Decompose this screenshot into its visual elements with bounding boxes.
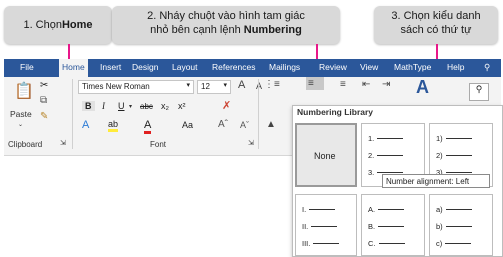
italic-button[interactable]: I: [102, 101, 105, 111]
list-marker: II.: [302, 222, 309, 231]
callout-step-1-bold: Home: [61, 19, 93, 31]
shrink-font-button[interactable]: A: [256, 81, 262, 91]
numbering-none-label: None: [314, 151, 336, 161]
paste-icon[interactable]: 📋: [14, 81, 34, 101]
change-case-button[interactable]: Aa: [182, 120, 193, 130]
decrease-indent-icon[interactable]: ⇤: [362, 79, 370, 90]
list-marker: I.: [302, 205, 307, 214]
dialog-launcher-icon[interactable]: ⇲: [60, 139, 66, 147]
bold-button[interactable]: B: [82, 101, 95, 111]
format-painter-icon[interactable]: ✎: [40, 111, 48, 122]
tab-view[interactable]: View: [360, 62, 378, 72]
shading-icon[interactable]: ▲: [266, 119, 276, 130]
tab-insert[interactable]: Insert: [100, 62, 121, 72]
numbering-icon[interactable]: ≡: [306, 77, 324, 90]
superscript-button[interactable]: x²: [178, 101, 186, 111]
list-marker: 1): [436, 134, 443, 143]
list-marker: A.: [368, 205, 376, 214]
numbering-none-option[interactable]: None: [295, 123, 357, 187]
font-size-value: 12: [201, 82, 210, 91]
tab-file[interactable]: File: [20, 62, 34, 72]
increase-indent-icon[interactable]: ⇥: [382, 79, 390, 90]
tab-design[interactable]: Design: [132, 62, 158, 72]
font-size-select[interactable]: 12 ▾: [197, 80, 231, 94]
strikethrough-button[interactable]: abc: [140, 102, 153, 111]
font-family-value: Times New Roman: [82, 82, 150, 91]
clear-formatting-icon[interactable]: ✗: [222, 99, 231, 112]
callout-step-1: 1. Chọn Home: [4, 6, 112, 44]
chevron-down-icon: ▾: [223, 82, 227, 89]
group-divider: [72, 79, 73, 149]
list-marker: 2): [436, 151, 443, 160]
chevron-down-icon[interactable]: ⌄: [18, 121, 23, 128]
numbering-option-upper-alpha[interactable]: A. B. C.: [361, 194, 425, 256]
numbering-library-title: Numbering Library: [297, 107, 374, 117]
grow-font-button[interactable]: A: [238, 79, 245, 91]
list-marker: a): [436, 205, 443, 214]
tab-references[interactable]: References: [212, 62, 255, 72]
paste-button[interactable]: Paste: [10, 109, 32, 119]
list-marker: 3.: [368, 168, 375, 177]
font-color-icon[interactable]: A: [144, 119, 152, 134]
multilevel-list-icon[interactable]: ≡: [340, 79, 346, 90]
bullets-icon[interactable]: ⋮≡: [264, 79, 280, 90]
copy-icon[interactable]: ⧉: [40, 95, 47, 106]
lightbulb-icon[interactable]: ⚲: [484, 62, 490, 73]
text-effects-icon[interactable]: A: [82, 119, 89, 131]
list-marker: 2.: [368, 151, 375, 160]
callout-step-2-line1: 2. Nháy chuột vào hình tam giác: [147, 10, 305, 22]
list-marker: III.: [302, 239, 311, 248]
grow-icon[interactable]: Aˆ: [218, 119, 228, 130]
callout-step-2: 2. Nháy chuột vào hình tam giác nhỏ bên …: [112, 6, 340, 44]
font-family-select[interactable]: Times New Roman ▾: [78, 80, 194, 94]
ribbon-tab-bar: File Home Insert Design Layout Reference…: [4, 59, 501, 77]
clipboard-group-label: Clipboard: [8, 140, 43, 149]
list-marker: B.: [368, 222, 376, 231]
callout-step-3-line1: 3. Chọn kiểu danh: [391, 10, 481, 22]
tab-mailings[interactable]: Mailings: [269, 62, 300, 72]
search-icon[interactable]: ⚲: [469, 83, 489, 101]
styles-icon[interactable]: A: [416, 77, 429, 98]
shrink-icon[interactable]: Aˇ: [240, 120, 249, 130]
tab-layout[interactable]: Layout: [172, 62, 198, 72]
callout-step-2-bold: Numbering: [243, 24, 302, 36]
callout-step-2-line2: nhỏ bên cạnh lệnh Numbering: [150, 24, 302, 36]
list-marker: 1.: [368, 134, 375, 143]
chevron-down-icon[interactable]: ▾: [129, 103, 132, 110]
list-marker: c): [436, 239, 443, 248]
group-divider: [258, 79, 259, 149]
tab-mathtype[interactable]: MathType: [394, 62, 431, 72]
subscript-button[interactable]: x₂: [161, 101, 169, 111]
list-marker: b): [436, 222, 443, 231]
callout-step-1-text: 1. Chọn: [23, 19, 62, 31]
dialog-launcher-icon[interactable]: ⇲: [248, 139, 254, 147]
tab-home[interactable]: Home: [59, 59, 88, 77]
font-group-label: Font: [150, 140, 167, 149]
chevron-down-icon: ▾: [186, 82, 190, 89]
number-alignment-tooltip: Number alignment: Left: [382, 174, 490, 188]
list-marker: C.: [368, 239, 376, 248]
numbering-option-lower-alpha[interactable]: a) b) c): [429, 194, 493, 256]
tab-help[interactable]: Help: [447, 62, 464, 72]
tab-review[interactable]: Review: [319, 62, 347, 72]
numbering-option-roman[interactable]: I. II. III.: [295, 194, 357, 256]
underline-button[interactable]: U: [118, 101, 125, 111]
callout-step-3: 3. Chọn kiểu danh sách có thứ tự: [374, 6, 498, 44]
highlight-icon[interactable]: ab: [108, 119, 119, 132]
callout-step-3-line2: sách có thứ tự: [400, 24, 472, 36]
cut-icon[interactable]: ✂: [40, 80, 48, 91]
